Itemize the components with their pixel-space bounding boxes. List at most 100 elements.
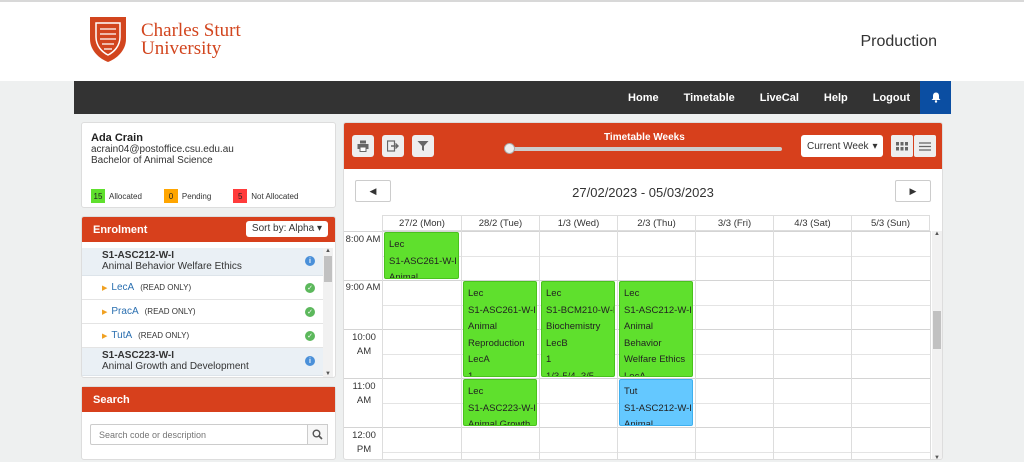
date-navigation: ◀ 27/02/2023 - 05/03/2023 ▶ [344, 169, 942, 215]
activity-name[interactable]: LecA [111, 282, 134, 293]
expand-arrow-icon[interactable]: ▶ [102, 308, 107, 316]
event-text: Animal Growth [468, 419, 531, 426]
event-text: 1 [468, 370, 474, 377]
expand-arrow-icon[interactable]: ▶ [102, 332, 107, 340]
activity-row[interactable]: ▶ TutA (READ ONLY) ✓ [82, 324, 325, 348]
time-row-line [344, 231, 382, 232]
activity-status: (READ ONLY) [138, 331, 190, 340]
activity-row[interactable]: ▶ LecA (READ ONLY) ✓ [82, 276, 325, 300]
timetable-event[interactable]: Lec S1-ASC223-W-I Animal Growth [463, 379, 537, 426]
grid-line [382, 451, 930, 453]
sort-dropdown[interactable]: Sort by: Alpha ▾ [245, 221, 328, 237]
event-text: Lec [624, 288, 640, 299]
activity-row[interactable]: ▶ PracA (READ ONLY) ✓ [82, 300, 325, 324]
time-row-line [344, 329, 382, 330]
list-view-button[interactable] [914, 135, 936, 157]
time-label: 11:00 AM [352, 381, 376, 406]
export-icon [387, 140, 399, 152]
timetable-event[interactable]: Tut S1-ASC212-W-I Animal [619, 379, 693, 426]
week-view-value: Current Week [807, 140, 869, 152]
timetable-event[interactable]: Lec S1-ASC212-W-I Animal Behavior Welfare Et… [619, 281, 693, 377]
day-header: 1/3 (Wed) [539, 215, 617, 231]
enrolment-scrollbar[interactable]: ▲ ▼ [323, 248, 333, 377]
nav-livecal[interactable]: LiveCal [760, 92, 799, 104]
caret-down-icon: ▾ [316, 223, 322, 234]
grid-column-line [930, 231, 931, 459]
nav-logout[interactable]: Logout [873, 92, 910, 104]
activity-name[interactable]: TutA [111, 330, 132, 341]
timetable-event[interactable]: Lec S1-ASC261-W-I Animal [384, 232, 459, 279]
search-input[interactable] [90, 424, 308, 445]
next-week-button[interactable]: ▶ [895, 180, 931, 202]
allocated-count: 15 [91, 189, 105, 203]
subject-code: S1-ASC212-W-I [102, 250, 175, 261]
event-text: Tut [624, 386, 638, 397]
event-text: Animal [624, 321, 654, 332]
scroll-up-icon[interactable]: ▲ [323, 248, 333, 254]
student-degree: Bachelor of Animal Science [91, 155, 213, 166]
time-row-line [344, 378, 382, 379]
day-header: 28/2 (Tue) [461, 215, 539, 231]
notifications-button[interactable] [920, 81, 951, 114]
enrolment-title: Enrolment [93, 224, 148, 236]
subject-name: Animal Growth and Development [102, 361, 249, 372]
scroll-up-icon[interactable]: ▲ [932, 231, 942, 237]
filter-button[interactable] [412, 135, 434, 157]
event-text: S1-ASC223-W-I [468, 402, 536, 414]
scroll-down-icon[interactable]: ▼ [323, 371, 333, 377]
time-row-line [344, 280, 382, 281]
event-text: 1 [546, 354, 552, 365]
filter-icon [417, 141, 429, 151]
slider-handle[interactable] [504, 143, 515, 154]
weeks-slider[interactable] [504, 143, 782, 154]
pending-count: 0 [163, 189, 178, 203]
event-text: Lec [389, 239, 405, 250]
list-icon [919, 141, 931, 151]
event-text: Behavior [624, 337, 662, 349]
print-button[interactable] [352, 135, 374, 157]
day-header: 5/3 (Sun) [851, 215, 930, 231]
university-name[interactable]: Charles Sturt University [141, 21, 241, 59]
subject-code: S1-ASC223-W-I [102, 350, 175, 361]
grid-view-button[interactable] [891, 135, 913, 157]
nav-timetable[interactable]: Timetable [684, 92, 735, 104]
print-icon [357, 140, 369, 152]
environment-label: Production [860, 33, 938, 50]
brand-line-2: University [141, 38, 222, 59]
timetable-weeks-label: Timetable Weeks [604, 132, 685, 143]
nav-help[interactable]: Help [824, 92, 848, 104]
scrollbar-thumb[interactable] [324, 256, 332, 282]
not-allocated-count: 5 [233, 189, 248, 203]
export-button[interactable] [382, 135, 404, 157]
activity-status: (READ ONLY) [140, 283, 192, 292]
week-view-dropdown[interactable]: Current Week ▾ [801, 135, 883, 157]
grid-column-line [773, 231, 774, 459]
timetable-scrollbar[interactable]: ▲ ▼ [932, 231, 942, 459]
nav-home[interactable]: Home [628, 92, 659, 104]
event-text: Animal [389, 272, 419, 279]
enrolment-header: Enrolment Sort by: Alpha ▾ [82, 217, 335, 242]
event-text: S1-ASC261-W-I [468, 304, 536, 316]
grid-icon [896, 141, 908, 150]
event-text: LecB [546, 337, 568, 349]
info-icon[interactable]: i [305, 356, 315, 366]
enrolment-panel: Enrolment Sort by: Alpha ▾ S1-ASC212-W-I… [81, 216, 336, 378]
timetable-event[interactable]: Lec S1-BCM210-W-I Biochemistry LecB 1 1/3-5/4… [541, 281, 615, 377]
activity-name[interactable]: PracA [111, 306, 138, 317]
subject-row[interactable]: S1-ASC212-W-I Animal Behavior Welfare Et… [82, 248, 325, 276]
search-button[interactable] [307, 424, 328, 445]
enrolment-list: S1-ASC212-W-I Animal Behavior Welfare Et… [82, 248, 325, 377]
event-text: S1-ASC261-W-I [389, 255, 457, 267]
scroll-down-icon[interactable]: ▼ [932, 455, 942, 459]
scrollbar-thumb[interactable] [933, 311, 941, 349]
subject-row[interactable]: S1-ASC223-W-I Animal Growth and Developm… [82, 348, 325, 376]
grid-line [382, 427, 930, 428]
expand-arrow-icon[interactable]: ▶ [102, 284, 107, 292]
time-label: 9:00 AM [345, 282, 381, 293]
event-text: Lec [546, 288, 562, 299]
info-icon[interactable]: i [305, 256, 315, 266]
day-header: 3/3 (Fri) [695, 215, 773, 231]
subject-name: Animal Behavior Welfare Ethics [102, 261, 242, 272]
event-text: S1-BCM210-W-I [546, 304, 615, 316]
timetable-event[interactable]: LecS1-ASC261-W-IAnimalReproductionLecA12… [463, 281, 537, 377]
